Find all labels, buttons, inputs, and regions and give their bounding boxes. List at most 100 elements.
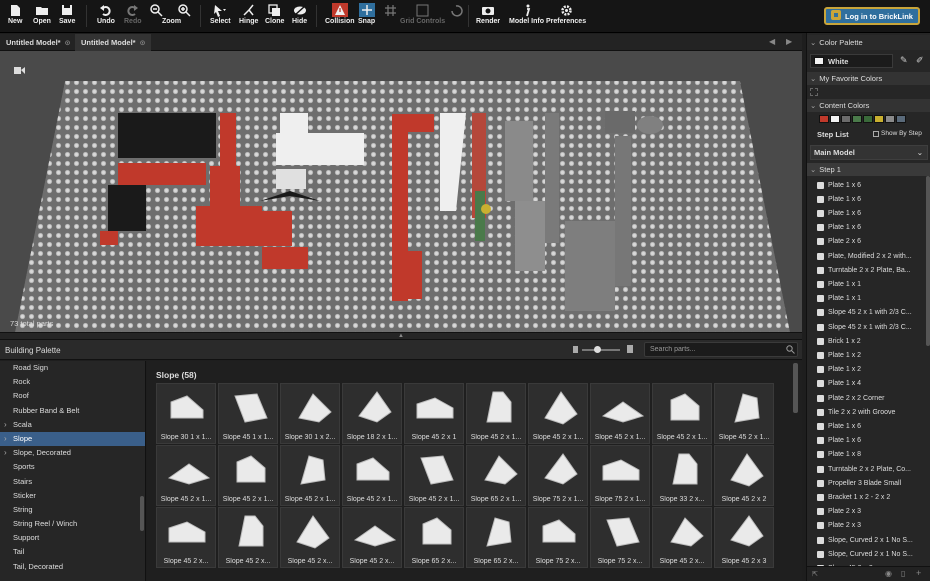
step-list-item[interactable]: Plate 1 x 8 <box>807 448 925 462</box>
part-tile[interactable]: Slope 45 2 x 1... <box>342 445 402 506</box>
hide-button[interactable]: Hide <box>292 2 307 31</box>
step-list-item[interactable]: Plate 1 x 6 <box>807 221 925 235</box>
snap-button[interactable]: Snap <box>358 2 375 31</box>
collision-button[interactable]: Collision <box>325 2 355 31</box>
part-tile[interactable]: Slope 45 2 x 1 <box>404 383 464 444</box>
content-color-swatch[interactable] <box>863 115 873 123</box>
select-button[interactable]: Select <box>210 2 231 31</box>
step-list-item[interactable]: Plate, Modified 2 x 2 with... <box>807 249 925 263</box>
category-road-sign[interactable]: Road Sign <box>0 361 145 375</box>
step-list-item[interactable]: Slope, Curved 2 x 1 No S... <box>807 533 925 547</box>
step-list-item[interactable]: Plate 1 x 6 <box>807 178 925 192</box>
category-slope-decorated[interactable]: › Slope, Decorated <box>0 446 145 460</box>
step-list-item[interactable]: Plate 1 x 2 <box>807 363 925 377</box>
category-roof[interactable]: Roof <box>0 389 145 403</box>
model-info-button[interactable]: Model Info <box>509 2 544 31</box>
render-button[interactable]: Render <box>476 2 500 31</box>
part-tile[interactable]: Slope 65 2 x... <box>404 507 464 568</box>
step-list-item[interactable]: Plate 2 x 2 Corner <box>807 391 925 405</box>
grid-icon-button[interactable] <box>384 2 397 31</box>
close-tab-icon[interactable]: ⊙ <box>140 39 146 47</box>
part-tile[interactable]: Slope 45 2 x 1... <box>528 383 588 444</box>
slider-thumb[interactable] <box>594 346 601 353</box>
category-stairs[interactable]: Stairs <box>0 475 145 489</box>
step-1-header[interactable]: ⌄ Step 1 <box>807 163 930 176</box>
step-list-item[interactable]: Plate 1 x 6 <box>807 419 925 433</box>
color-palette-header[interactable]: ⌄ Color Palette <box>807 35 930 50</box>
3d-viewport[interactable]: 73 total parts <box>0 51 802 332</box>
category-tail-decorated[interactable]: Tail, Decorated <box>0 560 145 574</box>
model-select[interactable]: Main Model ⌄ <box>810 145 928 160</box>
save-button[interactable]: Save <box>59 2 75 31</box>
add-favorite-color-slot[interactable] <box>810 88 818 96</box>
category-tail[interactable]: Tail <box>0 545 145 559</box>
show-by-step-toggle[interactable]: Show By Step <box>873 130 922 137</box>
step-list-scrollbar[interactable] <box>926 176 930 346</box>
step-list-item[interactable]: Plate 1 x 1 <box>807 292 925 306</box>
part-tile[interactable]: Slope 75 2 x... <box>528 507 588 568</box>
redo-button[interactable]: Redo <box>124 2 142 31</box>
add-step-icon[interactable]: + <box>916 568 921 578</box>
step-list-item[interactable]: Plate 1 x 6 <box>807 192 925 206</box>
category-scala[interactable]: › Scala <box>0 418 145 432</box>
paint-icon[interactable]: ✎ <box>900 55 908 66</box>
part-tile[interactable]: Slope 45 2 x... <box>280 507 340 568</box>
category-string-reel-winch[interactable]: String Reel / Winch <box>0 517 145 531</box>
grid-rotate-button[interactable] <box>450 2 463 31</box>
search-icon[interactable] <box>786 345 795 356</box>
content-color-swatch[interactable] <box>896 115 906 123</box>
step-list-item[interactable]: Slope 45 2 x 1 with 2/3 C... <box>807 320 925 334</box>
undo-button[interactable]: Undo <box>97 2 115 31</box>
visibility-eye-icon[interactable]: ◉ <box>885 569 892 578</box>
part-tile[interactable]: Slope 18 2 x 1... <box>342 383 402 444</box>
part-tile[interactable]: Slope 45 2 x 1... <box>590 383 650 444</box>
part-tile[interactable]: Slope 75 2 x 1... <box>528 445 588 506</box>
part-tile[interactable]: Slope 45 2 x 1... <box>466 383 526 444</box>
step-list-item[interactable]: Slope 45 2 x 1 with 2/3 C... <box>807 306 925 320</box>
tile-size-slider[interactable] <box>582 346 620 353</box>
splitter-handle-icon[interactable]: ▲ <box>398 333 404 339</box>
collapse-icon[interactable]: ⇱ <box>812 570 818 578</box>
open-button[interactable]: Open <box>33 2 51 31</box>
step-list-item[interactable]: Plate 1 x 6 <box>807 206 925 220</box>
hinge-button[interactable]: Hinge <box>239 2 258 31</box>
category-support[interactable]: Support <box>0 531 145 545</box>
part-tile[interactable]: Slope 65 2 x 1... <box>466 445 526 506</box>
step-list-item[interactable]: Plate 1 x 2 <box>807 348 925 362</box>
content-colors-header[interactable]: ⌄ Content Colors <box>807 99 930 112</box>
chevron-right-icon[interactable]: › <box>4 418 7 432</box>
step-list-item[interactable]: Plate 1 x 4 <box>807 377 925 391</box>
content-color-swatch[interactable] <box>841 115 851 123</box>
zoom-in-button[interactable] <box>178 2 191 31</box>
grid-controls-button[interactable]: Grid Controls <box>400 2 445 31</box>
step-list-item[interactable]: Plate 2 x 3 <box>807 505 925 519</box>
step-list-item[interactable]: Tile 2 x 2 with Groove <box>807 405 925 419</box>
content-color-swatch[interactable] <box>830 115 840 123</box>
step-list-item[interactable]: Bracket 1 x 2 - 2 x 2 <box>807 490 925 504</box>
part-tile[interactable]: Slope 45 2 x... <box>156 507 216 568</box>
content-color-swatch[interactable] <box>885 115 895 123</box>
part-tile[interactable]: Slope 45 2 x 1... <box>218 445 278 506</box>
tab-model-1[interactable]: Untitled Model* ⊙ <box>0 34 76 51</box>
content-color-swatch[interactable] <box>852 115 862 123</box>
panel-splitter[interactable]: ▲ <box>0 332 802 340</box>
part-tile[interactable]: Slope 45 2 x 1... <box>156 445 216 506</box>
favorite-colors-header[interactable]: ⌄ My Favorite Colors <box>807 72 930 85</box>
camera-view-icon[interactable] <box>14 66 25 77</box>
chevron-right-icon[interactable]: › <box>4 432 7 446</box>
preferences-button[interactable]: Preferences <box>546 2 586 31</box>
part-tile[interactable]: Slope 45 2 x 2 <box>714 445 774 506</box>
part-tile[interactable]: Slope 45 2 x 3 <box>714 507 774 568</box>
part-tile[interactable]: Slope 45 2 x... <box>342 507 402 568</box>
part-tile[interactable]: Slope 45 1 x 1... <box>218 383 278 444</box>
step-list-item[interactable]: Propeller 3 Blade Small <box>807 476 925 490</box>
category-rubber-band-belt[interactable]: Rubber Band & Belt <box>0 404 145 418</box>
part-tile[interactable]: Slope 45 2 x... <box>218 507 278 568</box>
parts-scrollbar[interactable] <box>793 363 798 413</box>
content-color-swatch[interactable] <box>874 115 884 123</box>
chevron-right-icon[interactable]: › <box>4 446 7 460</box>
category-sticker[interactable]: Sticker <box>0 489 145 503</box>
clone-button[interactable]: Clone <box>265 2 284 31</box>
part-tile[interactable]: Slope 45 2 x 1... <box>714 383 774 444</box>
step-list-item[interactable]: Plate 2 x 3 <box>807 519 925 533</box>
